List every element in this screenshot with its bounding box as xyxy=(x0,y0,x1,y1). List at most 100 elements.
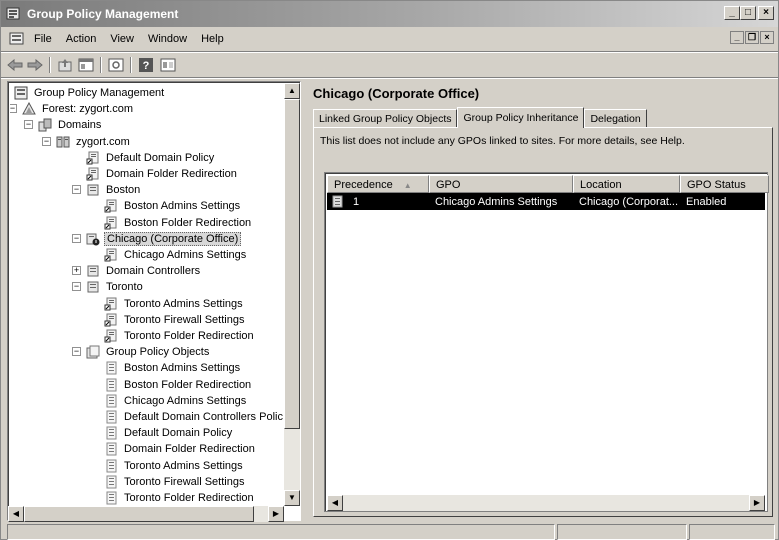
tree-item[interactable]: Boston Admins Settings xyxy=(104,198,242,214)
up-folder-icon[interactable] xyxy=(56,56,74,74)
maximize-button[interactable]: □ xyxy=(740,6,756,20)
tree-item[interactable]: Chicago Admins Settings xyxy=(104,247,248,263)
menu-action[interactable]: Action xyxy=(66,33,97,45)
column-precedence-label: Precedence xyxy=(334,179,393,191)
tree-item[interactable]: Chicago Admins Settings xyxy=(104,393,248,409)
tree-item[interactable]: Default Domain Controllers Polic xyxy=(104,409,285,425)
column-precedence[interactable]: Precedence ▲ xyxy=(327,175,429,193)
gpo-container-icon xyxy=(86,345,100,359)
list-horizontal-scrollbar[interactable]: ◀ ▶ xyxy=(327,495,765,511)
tree-item[interactable]: Toronto Firewall Settings xyxy=(104,312,246,328)
list-scroll-right-arrow-icon[interactable]: ▶ xyxy=(749,495,765,511)
gpo-link-icon xyxy=(104,248,117,262)
tree-item[interactable]: Boston Admins Settings xyxy=(104,360,242,376)
show-hide-tree-icon[interactable] xyxy=(77,56,95,74)
toolbar-separator xyxy=(49,57,51,73)
forward-icon[interactable] xyxy=(26,56,44,74)
scroll-up-arrow-icon[interactable]: ▲ xyxy=(284,83,300,99)
title-bar[interactable]: Group Policy Management _ □ × xyxy=(1,1,778,27)
back-icon[interactable] xyxy=(6,56,24,74)
tree-item[interactable]: Forest: zygort.com xyxy=(22,101,135,117)
tree-scroll-thumb[interactable] xyxy=(284,99,300,429)
tree-item[interactable]: Toronto Admins Settings xyxy=(104,296,245,312)
scroll-left-arrow-icon[interactable]: ◀ xyxy=(8,506,24,522)
domains-icon xyxy=(38,118,52,132)
tree-item-label: Chicago (Corporate Office) xyxy=(104,231,242,246)
collapse-icon[interactable]: − xyxy=(24,120,33,130)
tree-item[interactable]: Boston xyxy=(86,182,142,198)
child-restore-button[interactable]: ❐ xyxy=(745,31,759,44)
app-window: Group Policy Management _ □ × File Actio… xyxy=(0,0,779,540)
tree-item[interactable]: Domain Controllers xyxy=(86,263,202,279)
console-tree[interactable]: Group Policy Management − Forest: zygort.c… xyxy=(10,84,288,506)
tree-item[interactable]: Group Policy Objects xyxy=(86,344,211,360)
child-minimize-button[interactable]: _ xyxy=(730,31,744,44)
tree-item-label: Domain Folder Redirection xyxy=(106,168,237,180)
collapse-icon[interactable]: − xyxy=(72,347,81,357)
tree-hscroll-thumb[interactable] xyxy=(24,506,254,522)
refresh-icon[interactable] xyxy=(107,56,125,74)
tree-item-label: Toronto Admins Settings xyxy=(124,297,243,310)
scroll-down-arrow-icon[interactable]: ▼ xyxy=(284,490,300,506)
tree-item[interactable]: Default Domain Policy xyxy=(86,150,216,166)
inheritance-list[interactable]: Precedence ▲ GPO Location GPO Status 1 C… xyxy=(324,172,769,512)
gpo-link-icon xyxy=(104,313,117,327)
close-button[interactable]: × xyxy=(758,6,774,20)
table-row[interactable]: 1 Chicago Admins Settings Chicago (Corpo… xyxy=(327,193,765,210)
list-scroll-left-arrow-icon[interactable]: ◀ xyxy=(327,495,343,511)
svg-text:?: ? xyxy=(143,60,150,72)
tree-item[interactable]: Toronto Folder Redirection xyxy=(104,490,256,506)
tree-item[interactable]: Boston Folder Redirection xyxy=(104,377,253,393)
tree-item[interactable]: Domains xyxy=(38,117,103,133)
tree-item-label: Toronto Folder Redirection xyxy=(124,330,254,342)
tab-linked-gpos[interactable]: Linked Group Policy Objects xyxy=(313,109,458,128)
status-bar xyxy=(7,524,777,540)
tree-item[interactable]: zygort.com xyxy=(56,134,132,150)
column-gpo[interactable]: GPO xyxy=(429,175,573,193)
console-menu-icon[interactable] xyxy=(9,32,25,46)
menu-file[interactable]: File xyxy=(34,33,52,45)
tab-gp-inheritance[interactable]: Group Policy Inheritance xyxy=(457,107,585,128)
column-gpo-status[interactable]: GPO Status xyxy=(680,175,769,193)
tree-item[interactable]: Toronto Firewall Settings xyxy=(104,474,246,490)
tree-item[interactable]: Group Policy Management xyxy=(14,85,166,101)
minimize-button[interactable]: _ xyxy=(724,6,740,20)
collapse-icon[interactable]: − xyxy=(72,185,81,195)
tab-delegation[interactable]: Delegation xyxy=(584,109,647,128)
tree-vertical-scrollbar[interactable]: ▲ ▼ xyxy=(284,83,300,506)
column-location[interactable]: Location xyxy=(573,175,680,193)
row-status: Enabled xyxy=(686,195,727,208)
tree-item-label: Chicago Admins Settings xyxy=(124,394,247,407)
menu-window[interactable]: Window xyxy=(148,33,187,45)
collapse-icon[interactable]: − xyxy=(72,282,81,292)
help-icon[interactable]: ? xyxy=(137,56,155,74)
tree-item[interactable]: Boston Folder Redirection xyxy=(104,215,253,231)
gpo-link-icon xyxy=(104,297,117,311)
menu-view[interactable]: View xyxy=(110,33,134,45)
gpo-icon xyxy=(106,361,117,375)
tree-item[interactable]: Default Domain Policy xyxy=(104,425,234,441)
info-text: This list does not include any GPOs link… xyxy=(320,135,685,147)
tree-item[interactable]: Toronto Folder Redirection xyxy=(104,328,256,344)
tree-item[interactable]: Chicago (Corporate Office) xyxy=(86,231,242,247)
gpo-link-icon xyxy=(104,329,117,343)
tree-item-label: Forest: zygort.com xyxy=(42,103,134,116)
tree-item-label: Group Policy Management xyxy=(34,87,165,99)
collapse-icon[interactable]: − xyxy=(72,233,81,243)
scroll-right-arrow-icon[interactable]: ▶ xyxy=(268,506,284,522)
menu-help[interactable]: Help xyxy=(201,33,224,45)
tree-item[interactable]: Toronto xyxy=(86,279,145,295)
collapse-icon[interactable]: − xyxy=(42,136,51,146)
ou-icon xyxy=(87,265,99,277)
gpo-icon xyxy=(106,491,117,505)
tree-horizontal-scrollbar[interactable]: ◀ ▶ xyxy=(8,506,284,522)
list-header: Precedence ▲ GPO Location GPO Status xyxy=(327,175,769,193)
properties-icon[interactable] xyxy=(159,56,177,74)
expand-icon[interactable]: + xyxy=(72,266,81,276)
tree-item[interactable]: Toronto Admins Settings xyxy=(104,458,245,474)
tree-item[interactable]: Domain Folder Redirection xyxy=(86,166,239,182)
child-close-button[interactable]: × xyxy=(760,31,774,44)
collapse-icon[interactable]: − xyxy=(10,104,17,114)
ou-icon xyxy=(87,281,99,293)
tree-item[interactable]: Domain Folder Redirection xyxy=(104,441,257,457)
